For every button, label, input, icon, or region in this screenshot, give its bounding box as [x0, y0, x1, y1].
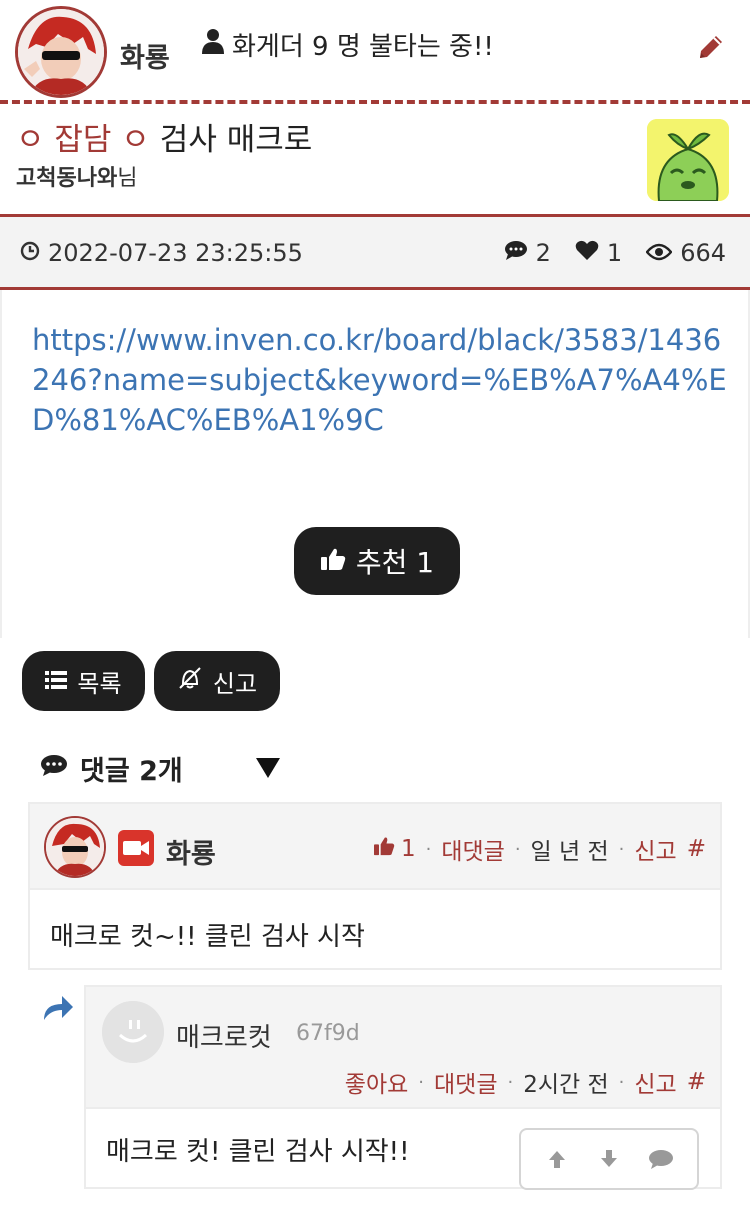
separator-dot: · [507, 1071, 514, 1093]
reply-like-button[interactable]: 좋아요 [345, 1065, 408, 1099]
reply-report-button[interactable]: 신고 [634, 1065, 676, 1099]
post-title: ㅇ 잡담 ㅇ 검사 매크로 [16, 114, 312, 159]
post-stats: 2 1 664 [504, 239, 726, 267]
reply-author[interactable]: 매크로컷 [176, 1017, 272, 1054]
post-author: 고척동나와님 [16, 160, 137, 192]
thumbs-up-icon [373, 836, 395, 862]
owner-avatar[interactable] [15, 6, 107, 98]
reply-header: 매크로컷 67f9d 좋아요 · 대댓글 · 2시간 전 · 신고 # [86, 987, 720, 1109]
comment-text: 매크로 컷~!! 클린 검사 시작 [50, 922, 365, 952]
avatar[interactable] [102, 1001, 164, 1063]
post-date-text: 2022-07-23 23:25:55 [48, 239, 303, 267]
top-header: 화룡 화게더 9 명 불타는 중!! [0, 0, 750, 102]
separator-dot: · [618, 838, 625, 860]
list-icon [45, 667, 68, 695]
separator-dot: · [418, 1071, 424, 1093]
avatar[interactable] [44, 816, 106, 878]
post-link[interactable]: https://www.inven.co.kr/board/black/3583… [32, 320, 732, 440]
comment-permalink[interactable]: # [687, 836, 706, 862]
like-count: 1 [606, 239, 623, 267]
camera-badge-icon [118, 830, 154, 866]
user-icon [202, 28, 224, 61]
arrow-up-icon[interactable] [542, 1144, 572, 1174]
clock-icon [20, 239, 40, 267]
comment-report-button[interactable]: 신고 [634, 832, 676, 866]
reply-arrow-icon [42, 994, 74, 1020]
separator-dot: · [618, 1071, 625, 1093]
owner-name[interactable]: 화룡 [120, 36, 170, 75]
comment-author[interactable]: 화룡 [166, 832, 216, 871]
arrow-down-icon[interactable] [594, 1144, 624, 1174]
comment-like-count: 1 [400, 836, 416, 862]
list-button[interactable]: 목록 [22, 651, 145, 711]
reply-button[interactable]: 대댓글 [441, 832, 504, 866]
post-meta-bar: 2022-07-23 23:25:55 2 1 664 [0, 217, 750, 287]
comment-actions: 1 · 대댓글 · 일 년 전 · 신고 # [373, 832, 706, 866]
comment-time: 일 년 전 [530, 839, 609, 865]
comment-icon[interactable] [646, 1144, 676, 1174]
heart-icon [575, 239, 599, 267]
online-status-text: 화게더 9 명 불타는 중!! [232, 32, 494, 62]
eye-icon [645, 239, 673, 267]
separator-dot: · [514, 838, 521, 860]
reply-time: 2시간 전 [523, 1072, 609, 1098]
triangle-down-icon[interactable] [254, 756, 282, 780]
comment-header: 화룡 1 · 대댓글 · 일 년 전 · 신고 # [30, 804, 720, 890]
comment-like-button[interactable]: 1 [373, 836, 416, 862]
post-title-text: 검사 매크로 [159, 122, 313, 158]
author-name[interactable]: 고척동나와 [16, 166, 117, 191]
recommend-button[interactable]: 추천 1 [294, 527, 460, 595]
post-body: https://www.inven.co.kr/board/black/3583… [0, 290, 750, 638]
view-count: 664 [680, 239, 726, 267]
comments-header: 댓글 2개 [40, 749, 183, 788]
recommend-label: 추천 1 [355, 546, 435, 579]
reply-text: 매크로 컷! 클린 검사 시작!! [106, 1137, 410, 1167]
report-button-label: 신고 [212, 669, 258, 698]
report-button[interactable]: 신고 [154, 651, 280, 711]
author-sticker [647, 119, 729, 201]
comment-item: 화룡 1 · 대댓글 · 일 년 전 · 신고 # 매크로 컷~!! 클린 검사… [28, 802, 722, 970]
online-status: 화게더 9 명 불타는 중!! [202, 26, 494, 63]
post-category[interactable]: ㅇ 잡담 ㅇ [16, 114, 150, 159]
list-button-label: 목록 [77, 669, 122, 698]
reply-button[interactable]: 대댓글 [434, 1065, 497, 1099]
comments-count-label: 댓글 2개 [80, 756, 183, 787]
floating-toolbar [519, 1128, 699, 1190]
comment-icon [40, 753, 68, 784]
header-divider [0, 100, 750, 104]
comment-icon [504, 239, 528, 267]
author-suffix: 님 [117, 166, 138, 191]
reply-author-id: 67f9d [296, 1021, 360, 1046]
reply-permalink[interactable]: # [687, 1069, 706, 1095]
thumbs-up-icon [320, 545, 346, 578]
post-date: 2022-07-23 23:25:55 [20, 239, 303, 267]
bell-slash-icon [177, 666, 203, 696]
separator-dot: · [425, 838, 432, 860]
reply-actions: 좋아요 · 대댓글 · 2시간 전 · 신고 # [345, 1065, 706, 1099]
pencil-icon[interactable] [696, 32, 726, 62]
comment-count: 2 [535, 239, 551, 267]
